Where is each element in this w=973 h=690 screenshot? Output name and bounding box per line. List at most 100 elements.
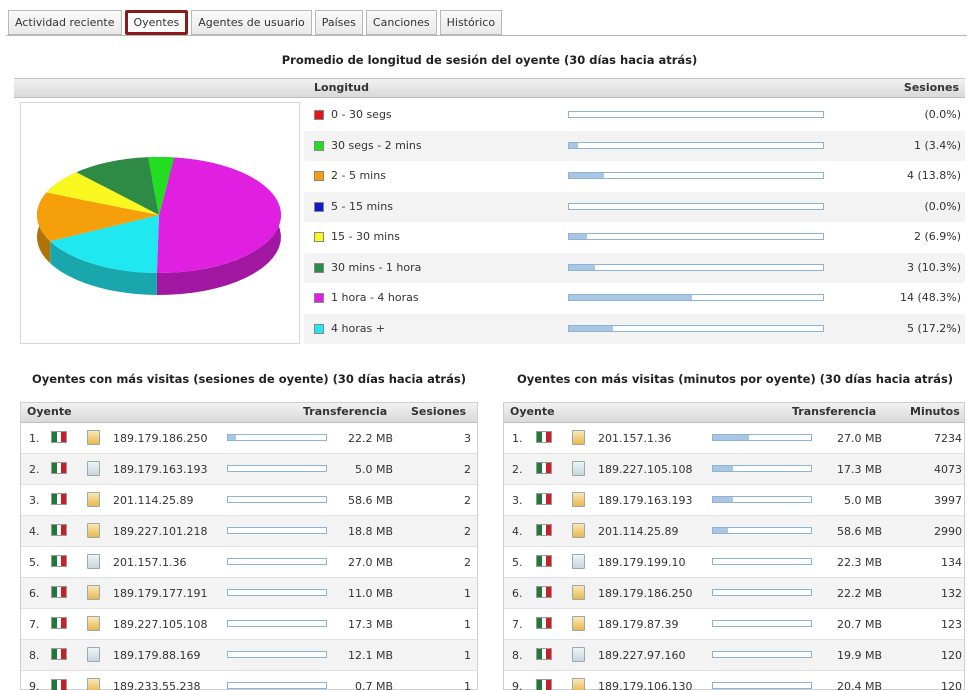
listener-ip[interactable]: 189.179.199.10 <box>598 556 685 569</box>
progress-fill <box>569 173 605 178</box>
length-row: 2 - 5 mins 4 (13.8%) <box>304 161 965 192</box>
tab-agentes-de-usuario[interactable]: Agentes de usuario <box>191 10 312 35</box>
length-label: 15 - 30 mins <box>331 230 400 243</box>
listener-ip[interactable]: 189.227.105.108 <box>598 463 692 476</box>
length-row: 0 - 30 segs (0.0%) <box>304 100 965 131</box>
tab-países[interactable]: Países <box>314 10 363 35</box>
flag-mexico-icon <box>51 555 67 567</box>
count-value: 7234 <box>934 432 962 445</box>
progress-bar <box>712 651 812 658</box>
table-row: 2. 189.179.163.193 5.0 MB 2 <box>21 454 477 485</box>
listener-ip[interactable]: 189.179.88.169 <box>113 649 200 662</box>
tab-actividad-reciente[interactable]: Actividad reciente <box>8 10 122 35</box>
player-icon <box>572 430 585 445</box>
player-icon <box>572 647 585 662</box>
transfer-value: 17.3 MB <box>836 463 882 476</box>
tab-divider <box>6 35 967 36</box>
player-icon <box>572 523 585 538</box>
session-count: 2 (6.9%) <box>913 230 961 243</box>
transfer-value: 58.6 MB <box>347 494 393 507</box>
transfer-value: 27.0 MB <box>836 432 882 445</box>
length-row: 1 hora - 4 horas 14 (48.3%) <box>304 283 965 314</box>
session-count: (0.0%) <box>924 199 961 213</box>
transfer-value: 22.2 MB <box>836 587 882 600</box>
listener-ip[interactable]: 189.227.105.108 <box>113 618 207 631</box>
session-count: 5 (17.2%) <box>906 321 961 335</box>
transfer-value: 0.7 MB <box>354 680 393 690</box>
column-header-transfer: Transferencia <box>303 405 388 418</box>
player-icon <box>87 678 100 690</box>
row-number: 8. <box>29 649 40 662</box>
length-label: 30 segs - 2 mins <box>331 138 422 152</box>
progress-bar <box>227 558 327 565</box>
listener-ip[interactable]: 189.179.186.250 <box>113 432 207 445</box>
tab-oyentes[interactable]: Oyentes <box>124 10 189 35</box>
transfer-value: 20.7 MB <box>836 618 882 631</box>
legend-swatch <box>314 201 324 212</box>
listener-ip[interactable]: 189.179.106.130 <box>598 680 692 690</box>
top-minutes-title: Oyentes con más visitas (minutos por oye… <box>516 372 954 386</box>
table-row: 5. 201.157.1.36 27.0 MB 2 <box>21 547 477 578</box>
count-value: 2 <box>464 556 471 569</box>
listener-ip[interactable]: 189.227.97.160 <box>598 649 685 662</box>
progress-fill <box>569 142 578 148</box>
row-number: 4. <box>29 525 40 538</box>
progress-fill <box>713 466 733 471</box>
length-row: 5 - 15 mins (0.0%) <box>304 191 965 222</box>
session-length-header: Longitud Sesiones <box>14 78 965 98</box>
row-number: 2. <box>512 463 523 476</box>
table-row: 1. 189.179.186.250 22.2 MB 3 <box>21 423 477 454</box>
progress-fill <box>713 497 733 502</box>
player-icon <box>87 647 100 662</box>
progress-fill <box>228 435 236 440</box>
table-row: 6. 189.179.186.250 22.2 MB 132 <box>504 578 964 609</box>
table-row: 5. 189.179.199.10 22.3 MB 134 <box>504 547 964 578</box>
length-row: 30 mins - 1 hora 3 (10.3%) <box>304 252 965 283</box>
listener-ip[interactable]: 189.227.101.218 <box>113 525 207 538</box>
progress-bar <box>568 324 824 332</box>
listener-ip[interactable]: 189.179.163.193 <box>113 463 207 476</box>
transfer-value: 18.8 MB <box>347 525 393 538</box>
listener-ip[interactable]: 189.179.87.39 <box>598 618 678 631</box>
flag-mexico-icon <box>536 679 552 690</box>
table-row: 3. 189.179.163.193 5.0 MB 3997 <box>504 485 964 516</box>
listener-ip[interactable]: 201.157.1.36 <box>598 432 671 445</box>
listener-ip[interactable]: 189.233.55.238 <box>113 680 200 690</box>
tab-histórico[interactable]: Histórico <box>439 10 503 35</box>
progress-bar <box>227 465 327 472</box>
listener-ip[interactable]: 189.179.163.193 <box>598 494 692 507</box>
player-icon <box>572 585 585 600</box>
count-value: 4073 <box>934 463 962 476</box>
flag-mexico-icon <box>51 648 67 660</box>
top-sessions-rows: 1. 189.179.186.250 22.2 MB 3 2. 189.179.163.1… <box>21 423 477 690</box>
table-row: 4. 189.227.101.218 18.8 MB 2 <box>21 516 477 547</box>
progress-bar <box>568 233 824 240</box>
player-icon <box>87 554 100 569</box>
flag-mexico-icon <box>51 493 67 505</box>
row-number: 5. <box>29 556 40 569</box>
listener-ip[interactable]: 189.179.186.250 <box>598 587 692 600</box>
player-icon <box>87 461 100 476</box>
listener-ip[interactable]: 189.179.177.191 <box>113 587 207 600</box>
row-number: 6. <box>512 587 523 600</box>
tab-canciones[interactable]: Canciones <box>365 10 437 35</box>
listener-ip[interactable]: 201.114.25.89 <box>113 494 193 507</box>
progress-fill <box>569 325 613 331</box>
transfer-value: 17.3 MB <box>347 618 393 631</box>
listener-ip[interactable]: 201.114.25.89 <box>598 525 678 538</box>
row-number: 5. <box>512 556 523 569</box>
session-pie-chart <box>20 102 300 344</box>
length-label: 1 hora - 4 horas <box>331 291 419 304</box>
row-number: 3. <box>29 494 40 507</box>
flag-mexico-icon <box>536 493 552 505</box>
session-length-list: 0 - 30 segs (0.0%) 30 segs - 2 mins 1 (3.4%… <box>304 100 965 344</box>
row-number: 2. <box>29 463 40 476</box>
length-label: 0 - 30 segs <box>331 108 392 121</box>
listener-ip[interactable]: 201.157.1.36 <box>113 556 186 569</box>
legend-swatch <box>314 171 324 181</box>
progress-bar <box>712 527 812 534</box>
flag-mexico-icon <box>51 462 67 474</box>
top-minutes-panel: Oyente Transferencia Minutos 1. 201.157.1… <box>503 402 965 690</box>
legend-swatch <box>314 262 324 273</box>
count-value: 2990 <box>934 525 962 538</box>
